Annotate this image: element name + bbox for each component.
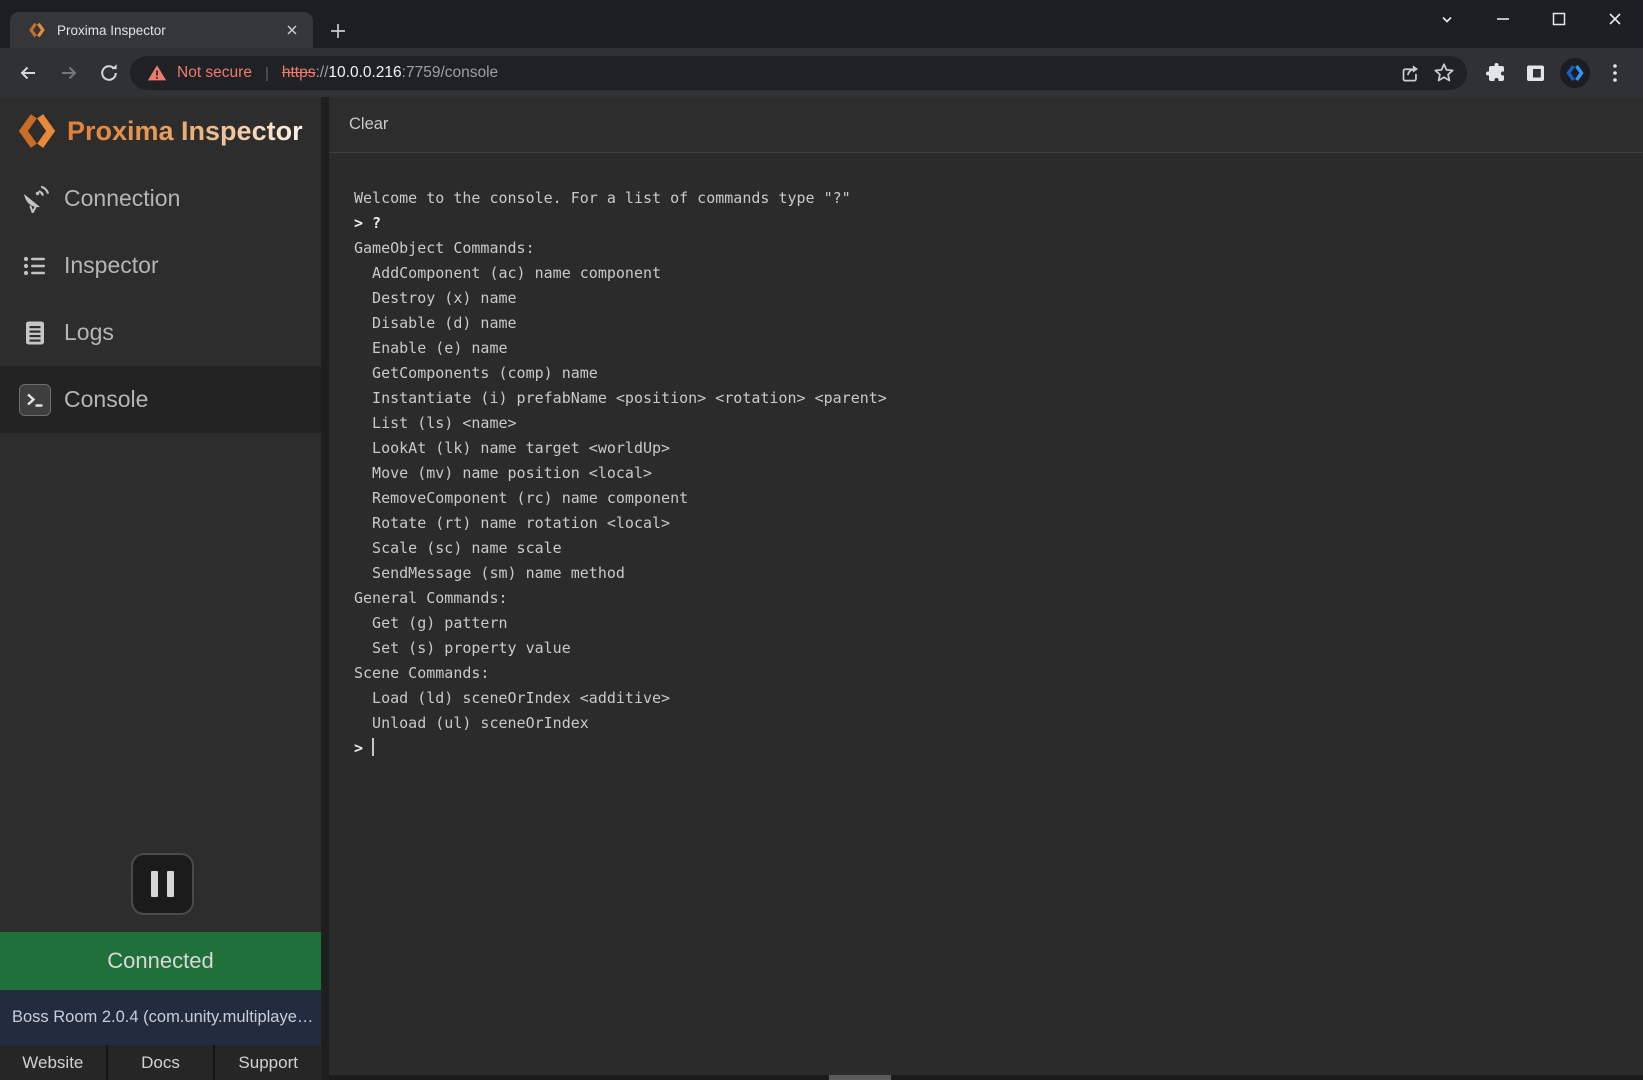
console-output-line: Disable (d) name: [354, 311, 1643, 336]
console-output-line: Instantiate (i) prefabName <position> <r…: [354, 386, 1643, 411]
console-output-line: LookAt (lk) name target <worldUp>: [354, 436, 1643, 461]
bookmark-star-icon[interactable]: [1427, 56, 1461, 90]
console-echo-line: >?: [354, 211, 1643, 236]
console-output-line: Get (g) pattern: [354, 611, 1643, 636]
prompt-symbol: >: [354, 214, 363, 232]
sidebar: Proxima Inspector Connection: [0, 97, 325, 1080]
document-icon: [18, 316, 52, 350]
browser-toolbar: Not secure | https :// 10.0.0.216 :7759/…: [0, 48, 1643, 97]
satellite-dish-icon: [18, 182, 52, 216]
page-content: Proxima Inspector Connection: [0, 97, 1643, 1080]
share-icon[interactable]: [1393, 56, 1427, 90]
console-output-line: GetComponents (comp) name: [354, 361, 1643, 386]
maximize-button[interactable]: [1531, 0, 1587, 38]
pause-button[interactable]: [131, 853, 194, 915]
console-toolbar: Clear: [329, 97, 1643, 153]
sidebar-item-connection[interactable]: Connection: [0, 165, 321, 232]
minimize-button[interactable]: [1475, 0, 1531, 38]
console-output-line: Scene Commands:: [354, 661, 1643, 686]
reload-button[interactable]: [92, 56, 126, 90]
console-output-line: Destroy (x) name: [354, 286, 1643, 311]
url-path: :7759/console: [402, 64, 499, 82]
console-input-line[interactable]: >: [354, 736, 1643, 761]
back-button[interactable]: [11, 56, 45, 90]
forward-button[interactable]: [52, 56, 86, 90]
proxima-logo-icon: [16, 110, 58, 152]
proxima-extension-icon[interactable]: [1555, 53, 1595, 93]
brand-title: Proxima Inspector: [67, 116, 303, 147]
horizontal-scrollbar-thumb[interactable]: [829, 1075, 891, 1080]
sidebar-item-console[interactable]: Console: [0, 366, 321, 433]
browser-window: Proxima Inspector: [0, 0, 1643, 1080]
terminal-icon: [18, 383, 52, 417]
console-output-line: Move (mv) name position <local>: [354, 461, 1643, 486]
brand-header: Proxima Inspector: [0, 97, 321, 165]
bulleted-list-icon: [18, 249, 52, 283]
console-output-line: AddComponent (ac) name component: [354, 261, 1643, 286]
connection-status-label: Connected: [107, 948, 213, 974]
console-output-line: Set (s) property value: [354, 636, 1643, 661]
console-welcome-line: Welcome to the console. For a list of co…: [354, 186, 1643, 211]
console-output-line: Rotate (rt) name rotation <local>: [354, 511, 1643, 536]
website-link[interactable]: Website: [0, 1045, 106, 1080]
pause-icon: [167, 871, 174, 897]
console-output-line: Scale (sc) name scale: [354, 536, 1643, 561]
window-controls: [1419, 0, 1643, 38]
url-host: 10.0.0.216: [328, 64, 401, 82]
tab-search-chevron-icon[interactable]: [1419, 0, 1475, 38]
console-output-line: List (ls) <name>: [354, 411, 1643, 436]
sidebar-item-label: Logs: [64, 319, 114, 346]
project-info-label: Boss Room 2.0.4 (com.unity.multiplaye…: [12, 1008, 313, 1027]
tab-close-icon[interactable]: [281, 19, 303, 41]
clear-button[interactable]: Clear: [349, 115, 388, 134]
console-output-line: SendMessage (sm) name method: [354, 561, 1643, 586]
prompt-symbol: >: [354, 739, 363, 757]
sidebar-item-logs[interactable]: Logs: [0, 299, 321, 366]
browser-titlebar: Proxima Inspector: [0, 0, 1643, 48]
side-panel-icon[interactable]: [1515, 53, 1555, 93]
url-scheme: https: [282, 64, 316, 82]
text-cursor: [372, 738, 374, 756]
console-output-line: Unload (ul) sceneOrIndex: [354, 711, 1643, 736]
console-output-line: General Commands:: [354, 586, 1643, 611]
sidebar-item-label: Console: [64, 386, 148, 413]
address-bar[interactable]: Not secure | https :// 10.0.0.216 :7759/…: [130, 56, 1467, 90]
new-tab-button[interactable]: [326, 19, 350, 43]
extensions-puzzle-icon[interactable]: [1475, 53, 1515, 93]
console-output-line: Load (ld) sceneOrIndex <additive>: [354, 686, 1643, 711]
not-secure-warning-icon: [146, 62, 168, 84]
support-link[interactable]: Support: [215, 1045, 321, 1080]
url-divider: |: [265, 65, 269, 82]
close-button[interactable]: [1587, 0, 1643, 38]
console-output[interactable]: Welcome to the console. For a list of co…: [329, 154, 1643, 1075]
sidebar-footer: Website Docs Support: [0, 1045, 321, 1080]
sidebar-nav: Connection Inspector: [0, 165, 321, 433]
proxima-favicon-icon: [28, 21, 46, 39]
docs-link[interactable]: Docs: [108, 1045, 214, 1080]
sidebar-item-label: Connection: [64, 185, 180, 212]
project-info-bar: Boss Room 2.0.4 (com.unity.multiplaye…: [0, 990, 321, 1045]
browser-tab[interactable]: Proxima Inspector: [10, 12, 313, 48]
tab-title: Proxima Inspector: [57, 23, 281, 38]
browser-menu-icon[interactable]: [1595, 53, 1635, 93]
sidebar-item-label: Inspector: [64, 252, 159, 279]
url-separator: ://: [315, 64, 328, 82]
pause-icon: [151, 871, 158, 897]
echoed-command: ?: [372, 214, 381, 232]
console-output-line: Enable (e) name: [354, 336, 1643, 361]
horizontal-scrollbar-track[interactable]: [329, 1075, 1643, 1080]
toolbar-right-icons: [1475, 53, 1635, 93]
console-panel: Clear Welcome to the console. For a list…: [329, 97, 1643, 1080]
connection-status-badge: Connected: [0, 932, 321, 990]
not-secure-label: Not secure: [177, 64, 252, 82]
console-output-line: RemoveComponent (rc) name component: [354, 486, 1643, 511]
sidebar-item-inspector[interactable]: Inspector: [0, 232, 321, 299]
console-output-line: GameObject Commands:: [354, 236, 1643, 261]
